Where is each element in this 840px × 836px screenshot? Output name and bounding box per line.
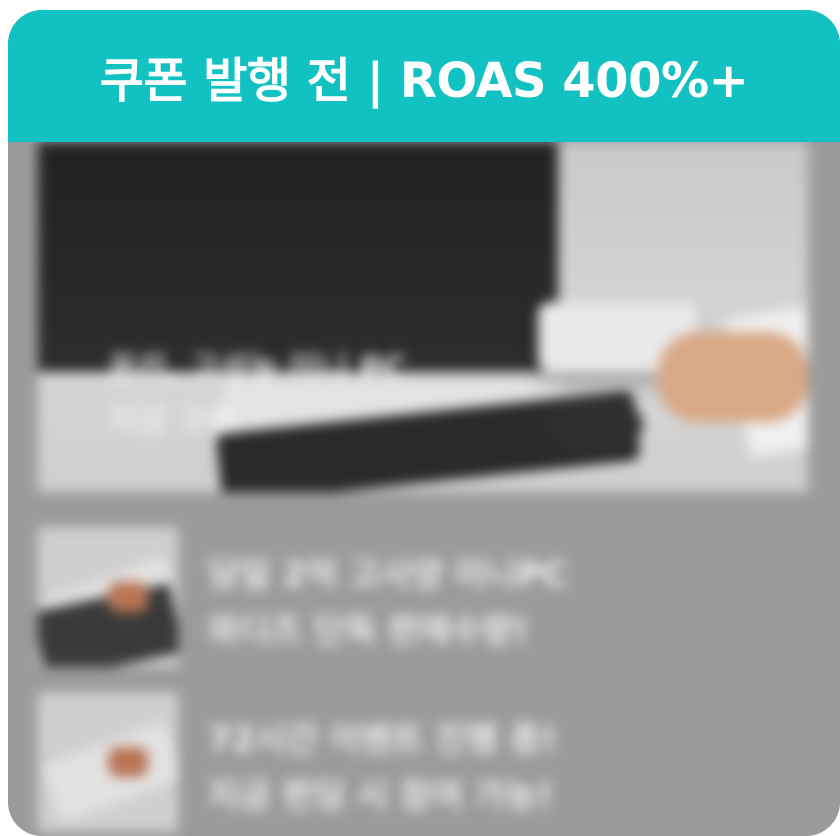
list-item[interactable]: 당일 2억 고사양 미니PC 와디즈 단독 판매수량! [38, 527, 808, 667]
ad-card[interactable]: 쿠폰 발행 전 | ROAS 400%+ 온리, 고성능 미니 PC 지금 구매… [8, 10, 840, 836]
list-thumbnail [38, 692, 178, 832]
list-item[interactable]: 72시간 이벤트 진행 중! 지금 펀딩 시 참여 가능! [38, 692, 808, 832]
hand-shape [658, 332, 808, 422]
card-header: 쿠폰 발행 전 | ROAS 400%+ [8, 10, 840, 142]
list-item-line1: 72시간 이벤트 진행 중! [208, 720, 557, 760]
blurred-preview: 온리, 고성능 미니 PC 지금 구매 당일 2억 고사양 미니PC 와디즈 단… [8, 142, 840, 836]
header-title: 쿠폰 발행 전 | ROAS 400%+ [99, 53, 749, 109]
hero-image: 온리, 고성능 미니 PC 지금 구매 [38, 142, 808, 492]
hero-overlay-text: 온리, 고성능 미니 PC 지금 구매 [108, 342, 407, 446]
list-item-line1: 당일 2억 고사양 미니PC [208, 555, 568, 595]
mouse-shape [548, 397, 643, 452]
list-item-line2: 지금 펀딩 시 참여 가능! [208, 776, 553, 816]
list-thumbnail [38, 527, 178, 667]
list-item-text: 당일 2억 고사양 미니PC 와디즈 단독 판매수량! [208, 547, 567, 659]
list-item-text: 72시간 이벤트 진행 중! 지금 펀딩 시 참여 가능! [208, 712, 557, 824]
list-item-line2: 와디즈 단독 판매수량! [208, 611, 529, 651]
hero-overlay-line2: 지금 구매 [108, 401, 237, 439]
hero-overlay-line1: 온리, 고성능 미니 PC [108, 349, 407, 387]
